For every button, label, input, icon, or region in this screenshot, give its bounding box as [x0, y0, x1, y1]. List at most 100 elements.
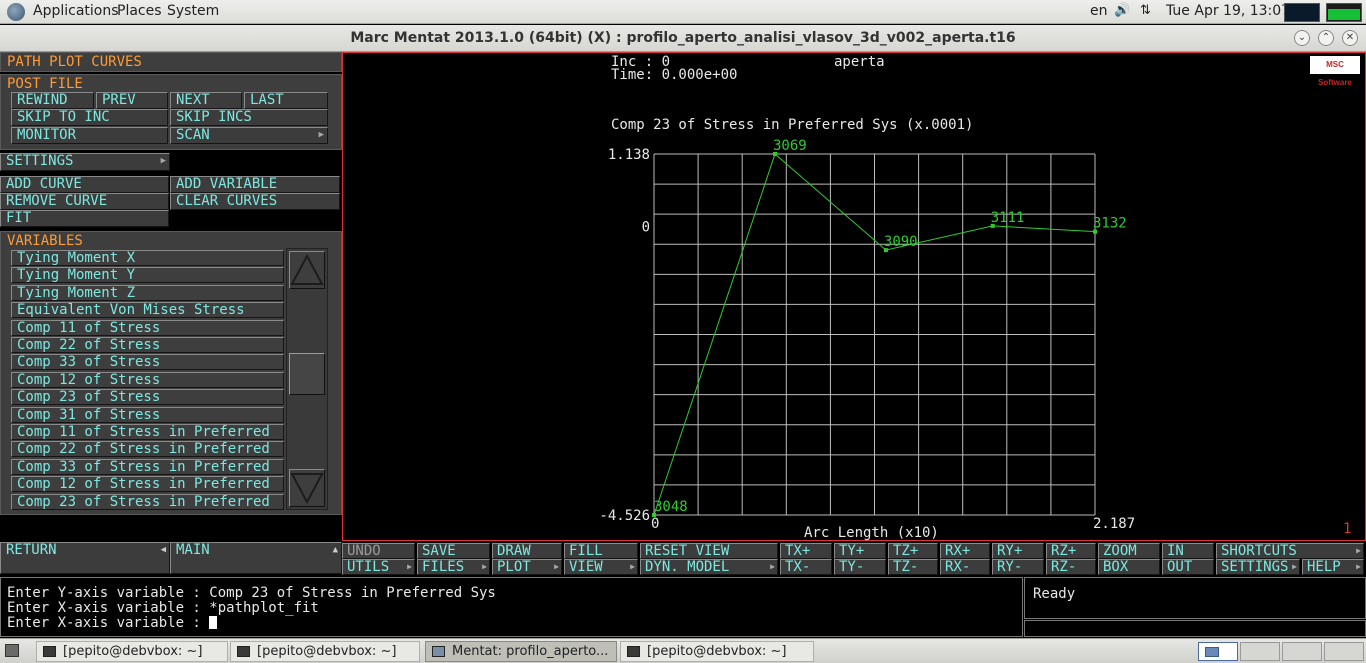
variable-list-item[interactable]: Comp 12 of Stress in Preferred	[11, 476, 284, 493]
files-button[interactable]: FILES ▶	[417, 559, 490, 575]
tz-minus-button[interactable]: TZ-	[888, 559, 938, 575]
settings-button[interactable]: SETTINGS ▶	[0, 153, 170, 171]
add-curve-button[interactable]: ADD CURVE	[0, 176, 169, 193]
maximize-icon[interactable]: ⌃	[1318, 30, 1334, 46]
variable-list-item[interactable]: Comp 11 of Stress in Preferred	[11, 424, 284, 440]
ry-plus-button[interactable]: RY+	[992, 543, 1044, 559]
network-icon[interactable]: ⇅	[1140, 3, 1151, 18]
rx-plus-button[interactable]: RX+	[940, 543, 990, 559]
save-button[interactable]: SAVE	[417, 543, 490, 559]
zoom-box-button[interactable]: BOX	[1098, 559, 1160, 575]
skip-incs-button[interactable]: SKIP INCS	[170, 109, 328, 126]
task-terminal-1[interactable]: [pepito@debvbox: ~]	[36, 641, 228, 662]
reset-view-button[interactable]: RESET VIEW	[640, 543, 778, 559]
last-button[interactable]: LAST	[244, 92, 328, 109]
clear-curves-button[interactable]: CLEAR CURVES	[170, 193, 340, 210]
command-input-line[interactable]: Enter X-axis variable :	[7, 616, 1016, 631]
view-button[interactable]: VIEW ▶	[564, 559, 638, 575]
return-button[interactable]: RETURN ◀	[0, 542, 170, 574]
undo-button[interactable]: UNDO	[342, 543, 415, 559]
ry-minus-button[interactable]: RY-	[992, 559, 1044, 575]
zoom-in-button[interactable]: IN	[1162, 543, 1214, 559]
plot-label: PLOT	[497, 559, 531, 575]
variable-list-item[interactable]: Comp 22 of Stress in Preferred	[11, 441, 284, 458]
shortcuts-label: SHORTCUTS	[1221, 543, 1297, 559]
draw-button[interactable]: DRAW	[492, 543, 562, 559]
graphics-viewport[interactable]: Inc : 0 aperta Time: 0.000e+00 MSC Softw…	[342, 52, 1366, 541]
variable-list-item[interactable]: Equivalent Von Mises Stress	[11, 302, 284, 319]
cpu-monitor-icon[interactable]	[1284, 3, 1320, 22]
tz-plus-button[interactable]: TZ+	[888, 543, 938, 559]
prev-button[interactable]: PREV	[96, 92, 168, 109]
variable-list-item[interactable]: Comp 11 of Stress	[11, 319, 284, 336]
variable-list-item[interactable]: Comp 31 of Stress	[11, 406, 284, 423]
window-title-bar[interactable]: Marc Mentat 2013.1.0 (64bit) (X) : profi…	[0, 25, 1366, 52]
variable-list-item[interactable]: Comp 12 of Stress	[11, 371, 284, 388]
command-dialog[interactable]: Enter Y-axis variable : Comp 23 of Stres…	[0, 577, 1023, 637]
show-desktop-icon[interactable]	[5, 644, 19, 657]
workspace-2[interactable]	[1240, 642, 1280, 661]
dyn-model-button[interactable]: DYN. MODEL ▶	[640, 559, 778, 575]
utils-button[interactable]: UTILS ▶	[342, 559, 415, 575]
zoom-out-button[interactable]: OUT	[1162, 559, 1214, 575]
shortcuts-button[interactable]: SHORTCUTS ▶	[1216, 543, 1364, 559]
task-terminal-2[interactable]: [pepito@debvbox: ~]	[230, 641, 420, 662]
scroll-up-button[interactable]	[289, 251, 325, 289]
settings-toolbar-button[interactable]: SETTINGS ▶	[1216, 559, 1300, 575]
variables-scrollbar[interactable]	[286, 248, 328, 510]
variable-list-item[interactable]: Comp 22 of Stress	[11, 337, 284, 353]
zoom-button-top[interactable]: ZOOM	[1098, 543, 1160, 559]
path-plot-chart: Comp 23 of Stress in Preferred Sys (x.00…	[599, 117, 1135, 540]
system-menu[interactable]: System	[167, 3, 219, 19]
main-button[interactable]: MAIN ▲	[170, 542, 342, 574]
variable-list-item[interactable]: Tying Moment Z	[11, 284, 284, 301]
task-terminal-3[interactable]: [pepito@debvbox: ~]	[620, 641, 814, 662]
tx-minus-button[interactable]: TX-	[780, 559, 832, 575]
terminal-icon	[237, 646, 250, 657]
close-icon[interactable]: ✕	[1342, 30, 1358, 46]
plot-button[interactable]: PLOT ▶	[492, 559, 562, 575]
monitor-button[interactable]: MONITOR	[11, 127, 168, 144]
variable-list-item[interactable]: Tying Moment X	[11, 250, 284, 266]
applications-menu[interactable]: Applications	[33, 3, 119, 19]
skip-to-inc-button[interactable]: SKIP TO INC	[11, 109, 168, 126]
return-arrow-icon: ◀	[160, 545, 166, 555]
clock[interactable]: Tue Apr 19, 13:07	[1166, 3, 1290, 19]
settings-toolbar-label: SETTINGS	[1221, 559, 1289, 575]
submenu-arrow-icon: ▶	[407, 562, 412, 571]
rewind-button[interactable]: REWIND	[11, 92, 94, 109]
tx-plus-button[interactable]: TX+	[780, 543, 832, 559]
scan-button[interactable]: SCAN ▶	[170, 127, 328, 144]
ty-plus-button[interactable]: TY+	[834, 543, 886, 559]
volume-icon[interactable]: 🔊	[1114, 3, 1130, 18]
task-mentat[interactable]: Mentat: profilo_aperto...	[425, 641, 617, 662]
keyboard-layout-indicator[interactable]: en	[1090, 3, 1108, 19]
add-variable-button[interactable]: ADD VARIABLE	[170, 176, 340, 193]
help-button[interactable]: HELP ▶	[1302, 559, 1364, 575]
variable-list-item[interactable]: Tying Moment Y	[11, 267, 284, 284]
dyn-model-label: DYN. MODEL	[645, 559, 730, 575]
ty-minus-button[interactable]: TY-	[834, 559, 886, 575]
scroll-thumb[interactable]	[289, 353, 325, 395]
fit-button[interactable]: FIT	[0, 210, 169, 227]
workspace-3[interactable]	[1282, 642, 1322, 661]
fill-button[interactable]: FILL	[564, 543, 638, 559]
rx-minus-button[interactable]: RX-	[940, 559, 990, 575]
workspace-1[interactable]	[1198, 642, 1238, 661]
variable-list-item[interactable]: Comp 23 of Stress	[11, 389, 284, 406]
remove-curve-button[interactable]: REMOVE CURVE	[0, 193, 169, 210]
memory-monitor-icon[interactable]	[1326, 3, 1362, 22]
rz-minus-button[interactable]: RZ-	[1046, 559, 1096, 575]
variable-list-item[interactable]: Comp 33 of Stress	[11, 354, 284, 371]
panel-title: PATH PLOT CURVES	[0, 52, 342, 72]
variable-list-item[interactable]: Comp 33 of Stress in Preferred	[11, 458, 284, 475]
next-button[interactable]: NEXT	[170, 92, 242, 109]
minimize-icon[interactable]: ⌄	[1294, 30, 1310, 46]
workspace-4[interactable]	[1324, 642, 1364, 661]
places-menu[interactable]: Places	[117, 3, 162, 19]
gnome-foot-icon[interactable]	[7, 3, 25, 21]
variable-list-item[interactable]: Comp 23 of Stress in Preferred	[11, 493, 284, 510]
scroll-down-icon	[290, 473, 324, 505]
scroll-down-button[interactable]	[289, 469, 325, 507]
rz-plus-button[interactable]: RZ+	[1046, 543, 1096, 559]
